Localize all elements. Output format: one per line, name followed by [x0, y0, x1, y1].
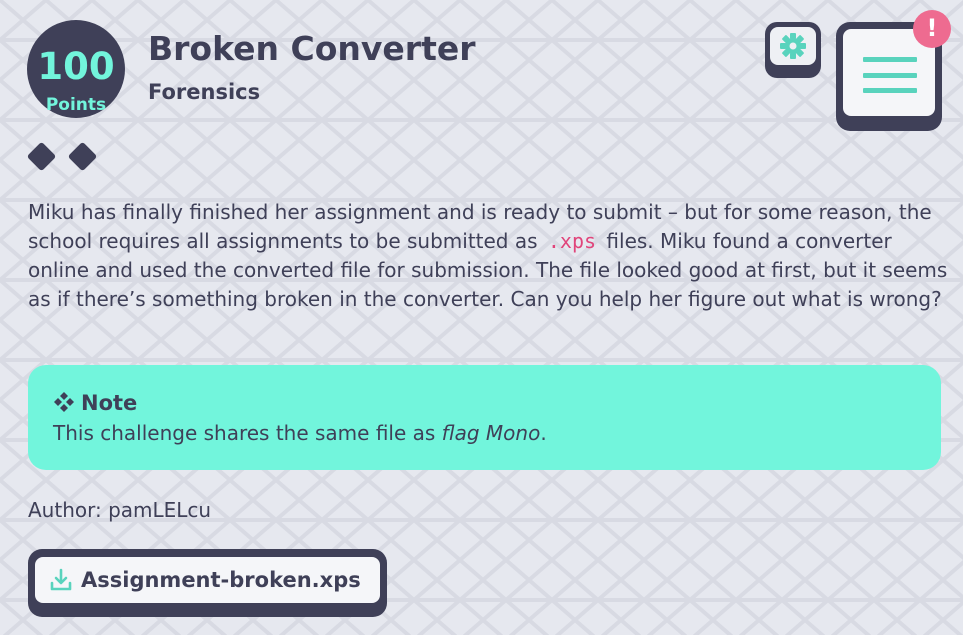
author-line: Author: pamLELcu	[28, 498, 212, 522]
points-unit-label: Points	[45, 95, 107, 115]
note-text-end: .	[540, 421, 547, 445]
points-value: 100	[37, 45, 115, 88]
challenge-title: Broken Converter	[148, 29, 476, 68]
exclamation-icon: !	[926, 14, 938, 42]
alert-badge: !	[913, 10, 951, 48]
settings-button[interactable]	[765, 22, 821, 78]
note-heading: Note	[53, 389, 137, 417]
note-text: This challenge shares the same file as f…	[53, 419, 547, 447]
download-filename: Assignment-broken.xps	[81, 568, 361, 592]
note-flag-reference: flag Mono	[441, 421, 541, 445]
diamond-cluster-icon	[54, 392, 74, 412]
background-pattern	[0, 0, 963, 635]
menu-line	[863, 88, 917, 93]
note-callout: Note This challenge shares the same file…	[28, 365, 941, 470]
settings-button-face	[770, 27, 816, 65]
file-extension-code: .xps	[547, 229, 597, 253]
download-icon	[50, 568, 72, 591]
points-badge: 100 Points	[27, 20, 125, 118]
gear-icon	[780, 33, 806, 59]
menu-line	[863, 73, 917, 78]
challenge-description: Miku has finally finished her assignment…	[28, 198, 948, 314]
note-text-lead: This challenge shares the same file as	[53, 421, 442, 445]
menu-line	[863, 57, 917, 62]
challenge-category: Forensics	[148, 80, 261, 104]
note-title: Note	[81, 391, 138, 415]
download-button-face: Assignment-broken.xps	[35, 557, 380, 603]
download-file-button[interactable]: Assignment-broken.xps	[28, 549, 387, 617]
